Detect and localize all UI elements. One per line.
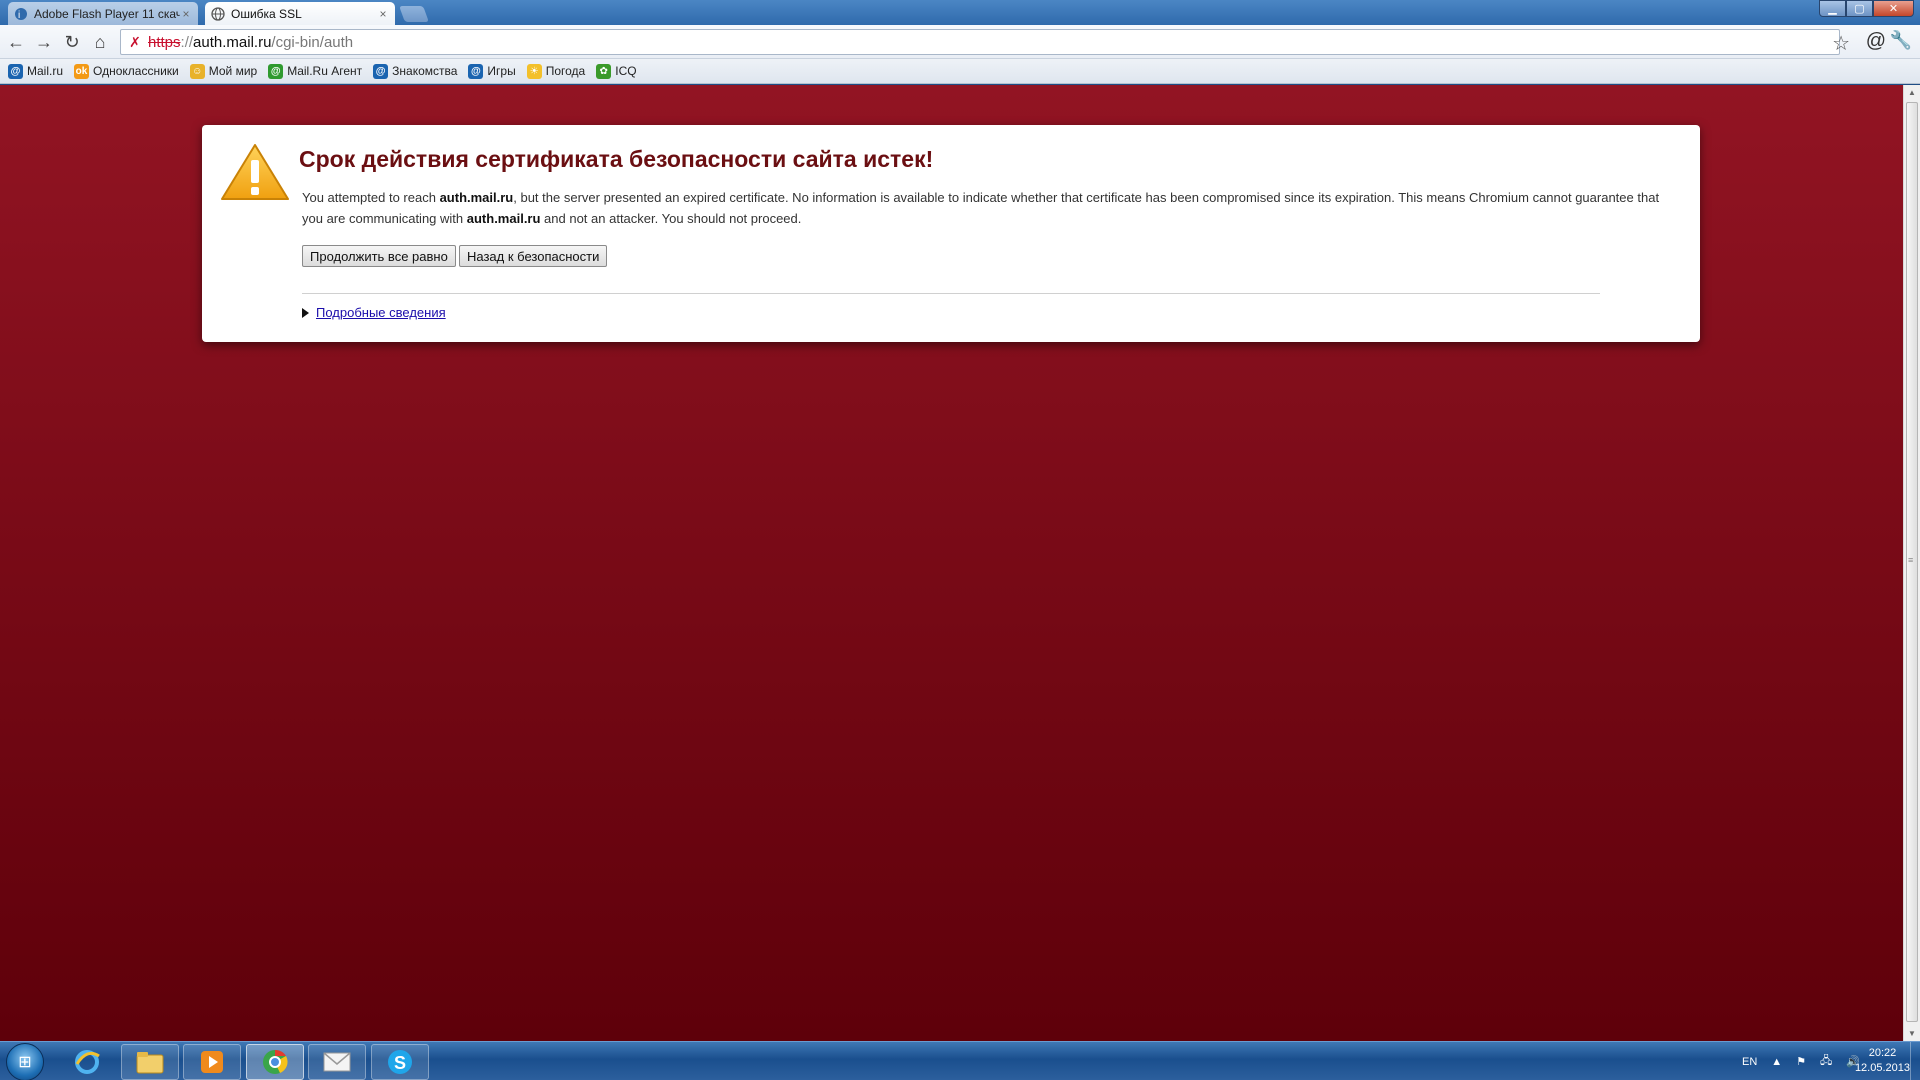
scrollbar-grip-icon: ≡ bbox=[1908, 555, 1914, 565]
bookmark-label: Погода bbox=[545, 64, 586, 78]
ssl-interstitial-page: Срок действия сертификата безопасности с… bbox=[0, 85, 1903, 1041]
bookmark-agent[interactable]: @ Mail.Ru Агент bbox=[268, 63, 363, 79]
language-indicator[interactable]: EN bbox=[1742, 1056, 1757, 1068]
forward-arrow-icon[interactable]: → bbox=[33, 31, 55, 53]
broken-lock-icon[interactable]: ✗ bbox=[126, 33, 144, 51]
windows-taskbar: ⊞ S EN ▲ ⚑ 🖧 🔊 20:22 12.05.2013 bbox=[0, 1041, 1920, 1080]
maximize-button[interactable]: ▢ bbox=[1846, 0, 1873, 17]
expand-triangle-icon[interactable] bbox=[302, 307, 309, 318]
bookmark-moi-mir[interactable]: ☺ Мой мир bbox=[189, 63, 258, 79]
tab-flash-player[interactable]: i Adobe Flash Player 11 скачать × bbox=[8, 2, 198, 25]
vertical-scrollbar[interactable]: ▲ ≡ ▼ bbox=[1903, 85, 1920, 1041]
bookmark-label: Знакомства bbox=[392, 64, 458, 78]
new-tab-button[interactable] bbox=[399, 6, 429, 22]
tab-title: Adobe Flash Player 11 скачать bbox=[34, 6, 180, 21]
warning-triangle-icon bbox=[221, 144, 289, 200]
close-window-button[interactable]: ✕ bbox=[1873, 0, 1914, 17]
bookmark-mailru[interactable]: @ Mail.ru bbox=[8, 63, 64, 79]
skype-icon[interactable]: S bbox=[371, 1044, 429, 1080]
bookmark-games[interactable]: @ Игры bbox=[468, 63, 516, 79]
url-host: auth.mail.ru bbox=[193, 33, 272, 51]
url-scheme: https bbox=[148, 33, 181, 51]
scroll-up-icon[interactable]: ▲ bbox=[1908, 88, 1916, 97]
agent-icon: @ bbox=[268, 63, 284, 79]
details-toggle[interactable]: Подробные сведения bbox=[302, 305, 446, 320]
show-desktop-button[interactable] bbox=[1910, 1042, 1920, 1080]
tab-ssl-error[interactable]: Ошибка SSL × bbox=[205, 2, 395, 25]
bookmark-znakomstva[interactable]: @ Знакомства bbox=[373, 63, 458, 79]
media-player-icon[interactable] bbox=[183, 1044, 241, 1080]
bookmark-label: Mail.Ru Агент bbox=[287, 64, 363, 78]
reload-icon[interactable]: ↻ bbox=[61, 31, 83, 53]
bookmark-label: Mail.ru bbox=[27, 64, 64, 78]
network-icon[interactable]: 🖧 bbox=[1820, 1052, 1832, 1071]
bookmark-label: Мой мир bbox=[208, 64, 258, 78]
bookmark-weather[interactable]: ☀ Погода bbox=[526, 63, 586, 79]
details-link[interactable]: Подробные сведения bbox=[316, 305, 446, 320]
action-center-flag-icon[interactable]: ⚑ bbox=[1796, 1055, 1806, 1068]
flash-favicon-icon: i bbox=[15, 7, 27, 21]
divider bbox=[302, 293, 1600, 294]
clock-time: 20:22 bbox=[1868, 1047, 1897, 1059]
description-text: and not an attacker. You should not proc… bbox=[540, 211, 802, 226]
bookmark-star-icon[interactable]: ☆ bbox=[1832, 31, 1850, 56]
chrome-icon[interactable] bbox=[246, 1044, 304, 1080]
error-card: Срок действия сертификата безопасности с… bbox=[202, 125, 1700, 342]
tab-strip: i Adobe Flash Player 11 скачать × Ошибка… bbox=[0, 0, 1920, 25]
description-host: auth.mail.ru bbox=[466, 211, 541, 226]
svg-text:i: i bbox=[18, 10, 20, 21]
proceed-anyway-button[interactable]: Продолжить все равно bbox=[302, 245, 456, 267]
description-text: You attempted to reach bbox=[302, 190, 440, 205]
internet-explorer-icon[interactable] bbox=[58, 1044, 116, 1080]
minimize-button[interactable]: ▁ bbox=[1819, 0, 1846, 17]
wrench-menu-icon[interactable]: 🔧 bbox=[1890, 30, 1912, 51]
error-title: Срок действия сертификата безопасности с… bbox=[299, 146, 934, 172]
description-host: auth.mail.ru bbox=[439, 190, 514, 205]
globe-favicon-icon bbox=[211, 6, 225, 21]
bookmark-label: ICQ bbox=[615, 64, 637, 78]
bookmarks-bar: @ Mail.ru ok Одноклассники ☺ Мой мир @ M… bbox=[0, 59, 1920, 84]
tab-close-icon[interactable]: × bbox=[180, 7, 192, 21]
icq-flower-icon: ✿ bbox=[596, 63, 612, 79]
browser-toolbar: ← → ↻ ⌂ ✗ https :// auth.mail.ru /cgi-bi… bbox=[0, 25, 1920, 59]
bookmark-label: Одноклассники bbox=[93, 64, 179, 78]
back-to-safety-button[interactable]: Назад к безопасности bbox=[459, 245, 608, 267]
url-path: /cgi-bin/auth bbox=[271, 33, 354, 51]
mail-envelope-icon[interactable] bbox=[308, 1044, 366, 1080]
home-icon[interactable]: ⌂ bbox=[89, 31, 111, 53]
back-arrow-icon[interactable]: ← bbox=[5, 31, 27, 53]
svg-text:S: S bbox=[394, 1053, 406, 1073]
clock[interactable]: 20:22 12.05.2013 bbox=[1855, 1046, 1910, 1076]
weather-icon: ☀ bbox=[526, 63, 542, 79]
odnoklassniki-icon: ok bbox=[74, 63, 90, 79]
games-icon: @ bbox=[468, 63, 484, 79]
tab-title: Ошибка SSL bbox=[231, 6, 302, 21]
error-description: You attempted to reach auth.mail.ru, but… bbox=[302, 187, 1682, 229]
bookmark-odnoklassniki[interactable]: ok Одноклассники bbox=[74, 63, 179, 79]
moi-mir-icon: ☺ bbox=[189, 63, 205, 79]
file-explorer-icon[interactable] bbox=[121, 1044, 179, 1080]
znakomstva-icon: @ bbox=[373, 63, 389, 79]
bookmark-icq[interactable]: ✿ ICQ bbox=[596, 63, 637, 79]
clock-date: 12.05.2013 bbox=[1854, 1062, 1910, 1074]
mail-at-icon[interactable]: @ bbox=[1866, 30, 1886, 53]
mailru-at-icon: @ bbox=[8, 63, 23, 79]
url-separator: :// bbox=[180, 33, 194, 51]
tab-close-icon[interactable]: × bbox=[377, 7, 389, 21]
show-hidden-icons-icon[interactable]: ▲ bbox=[1771, 1056, 1782, 1068]
start-button[interactable]: ⊞ bbox=[6, 1043, 44, 1080]
address-bar[interactable]: ✗ https :// auth.mail.ru /cgi-bin/auth bbox=[120, 29, 1840, 55]
bookmark-label: Игры bbox=[487, 64, 516, 78]
system-tray: EN ▲ ⚑ 🖧 🔊 bbox=[1728, 1042, 1860, 1080]
scroll-down-icon[interactable]: ▼ bbox=[1908, 1029, 1916, 1038]
